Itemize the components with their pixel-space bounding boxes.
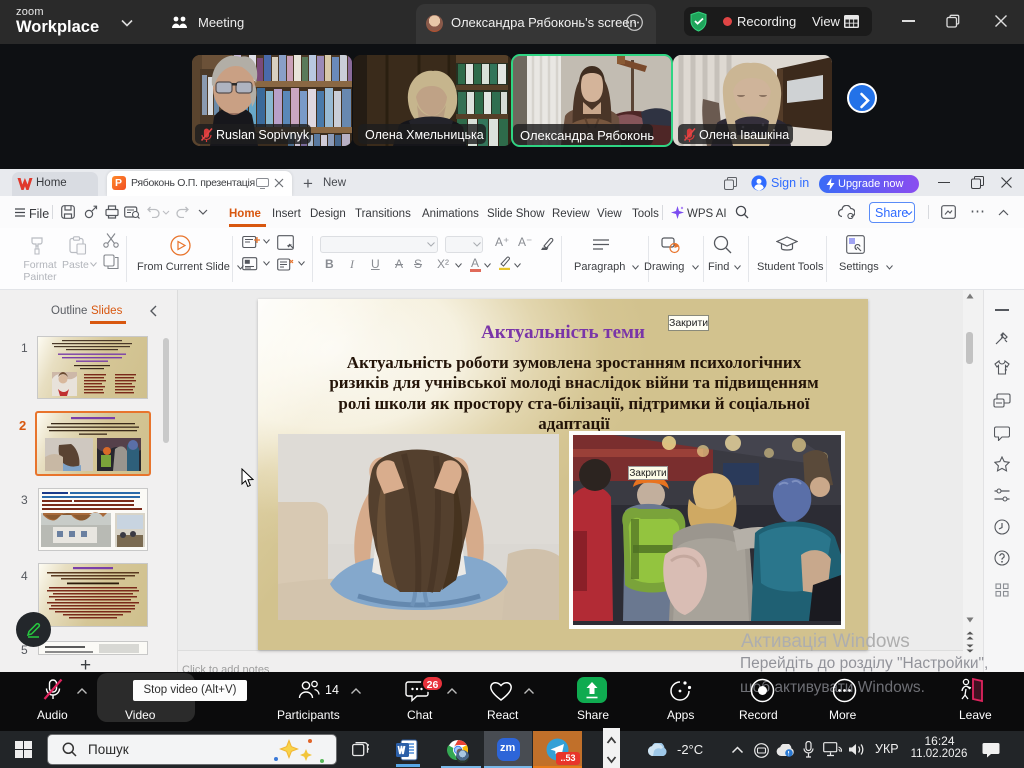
svg-text:Олена Івашкіна: Олена Івашкіна <box>699 128 789 142</box>
svg-text:Олена Хмельницька: Олена Хмельницька <box>365 128 484 142</box>
svg-text:Ruslan Sopivnyk: Ruslan Sopivnyk <box>216 128 310 142</box>
svg-text:Олександра Рябоконь: Олександра Рябоконь <box>520 128 654 143</box>
